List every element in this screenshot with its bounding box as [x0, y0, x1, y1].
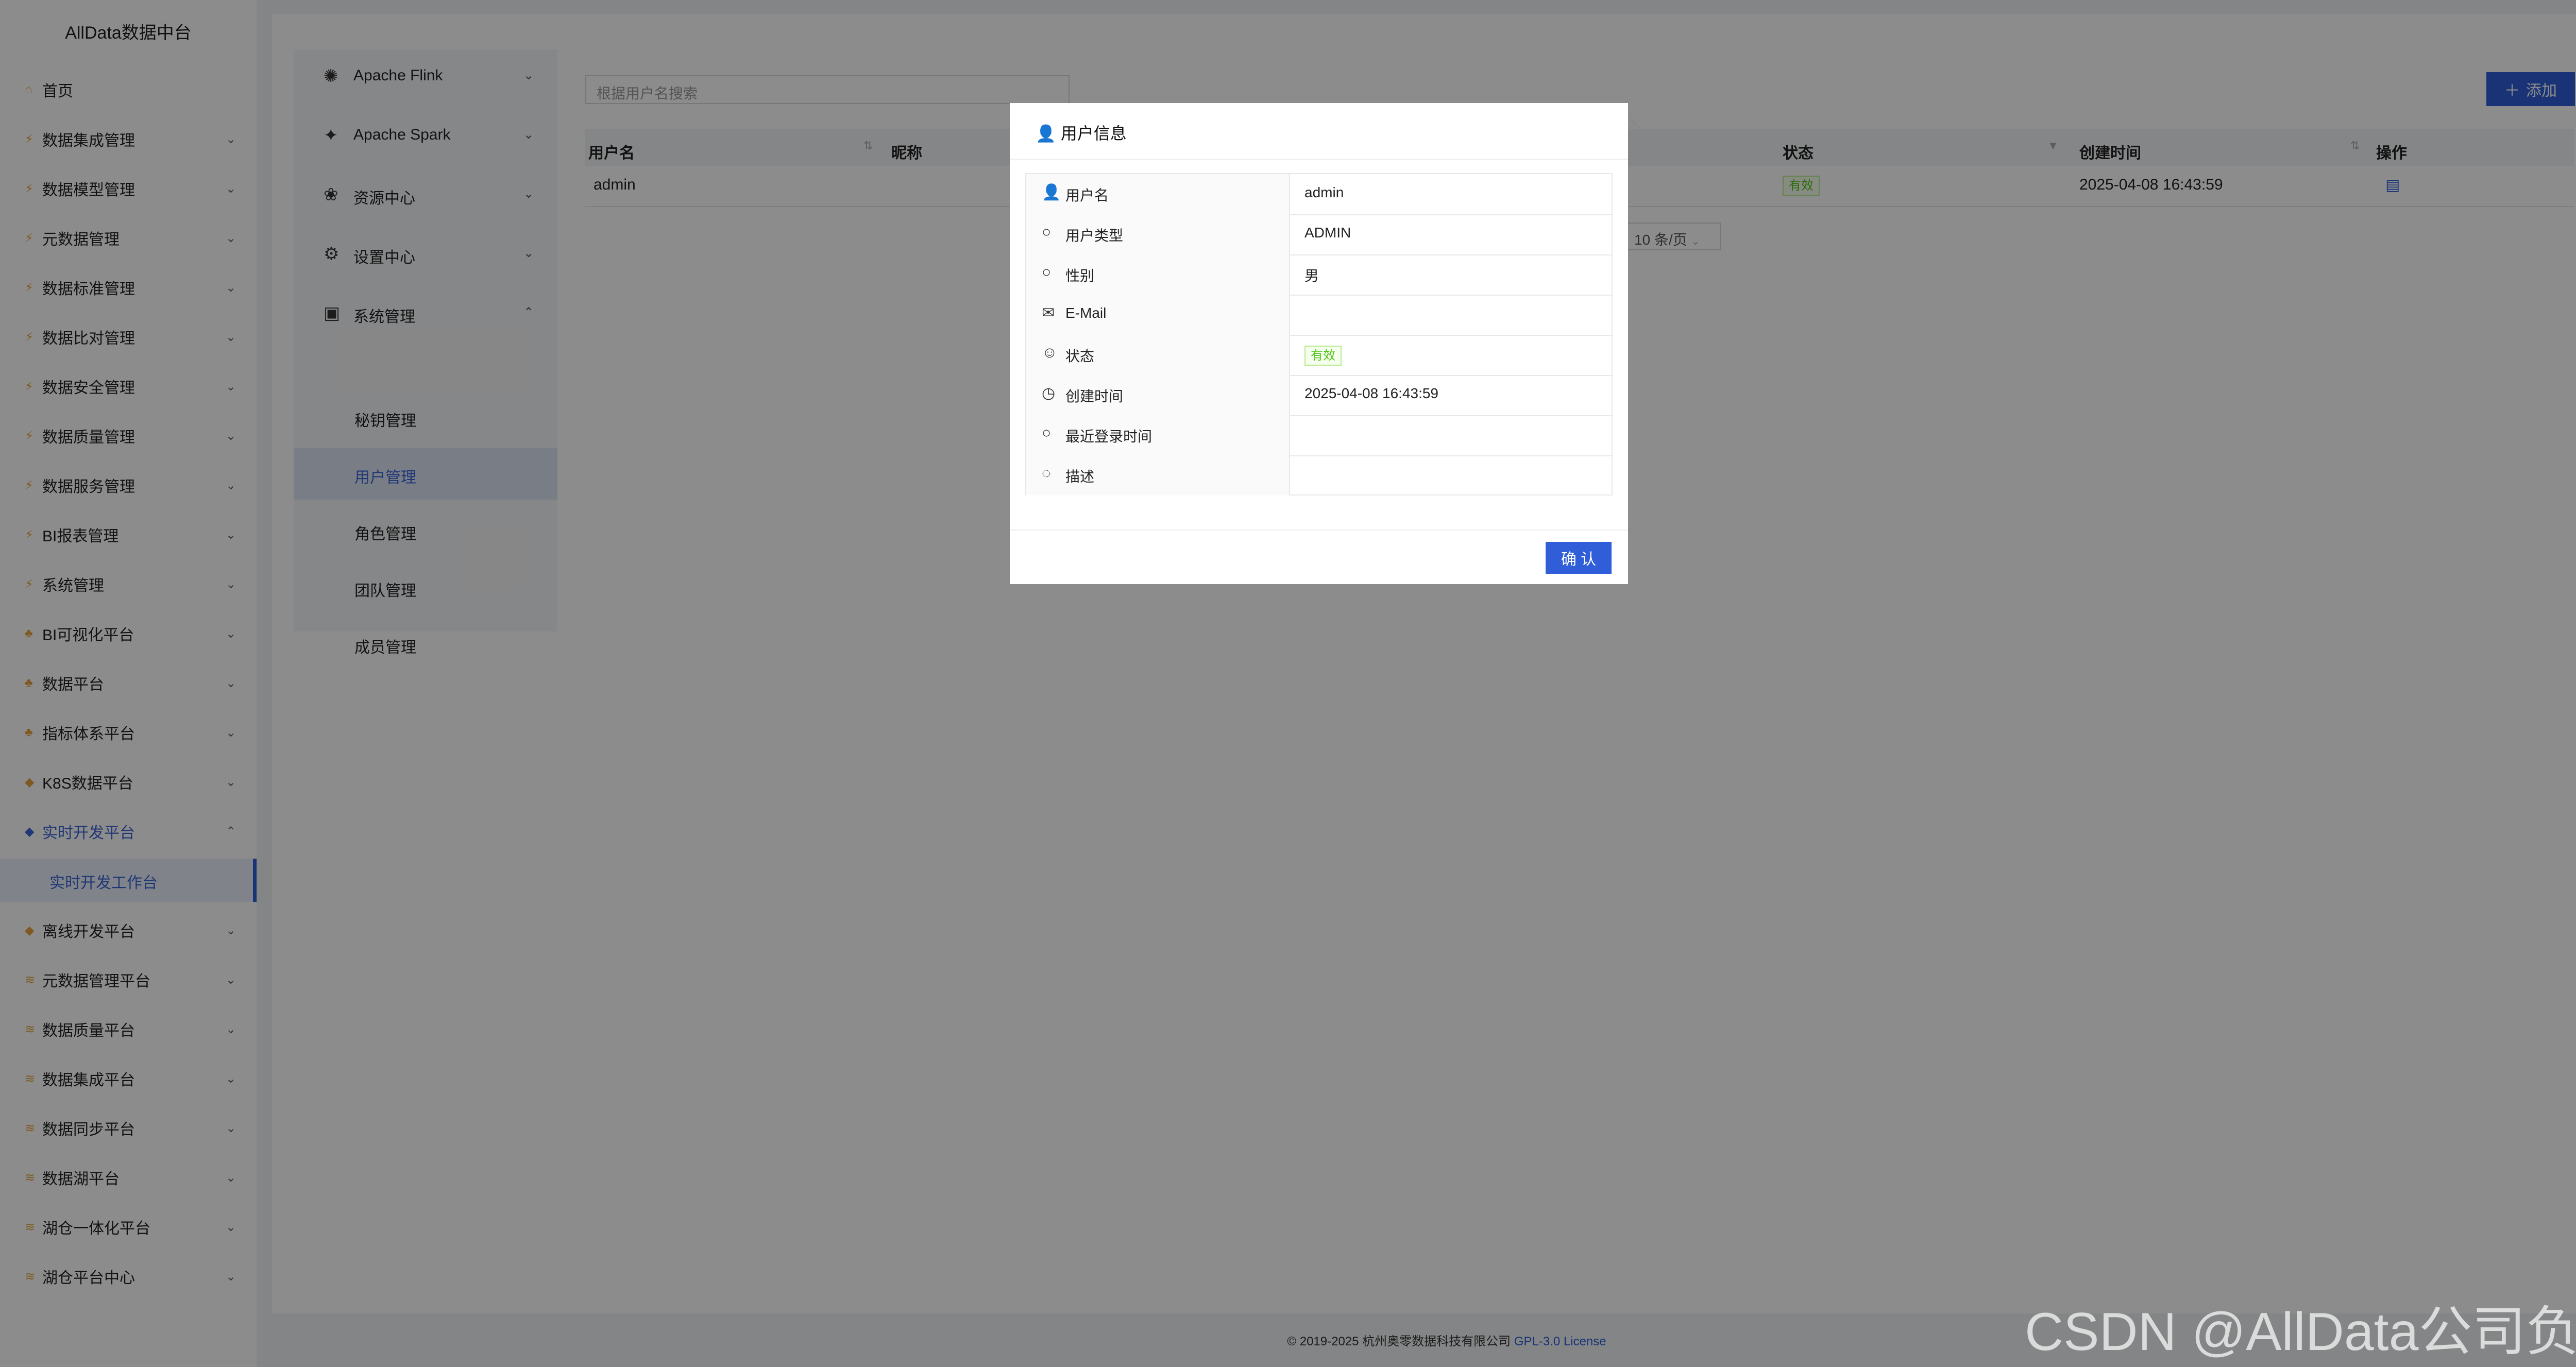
description-value: admin — [1304, 184, 1344, 200]
description-label-cell: ☺ 状态 — [1026, 335, 1290, 375]
circle-icon: ○ — [1042, 264, 1052, 281]
message-icon: ◌ — [1042, 465, 1051, 482]
description-label-cell: 👤 用户名 — [1026, 174, 1290, 214]
status-badge: 有效 — [1304, 346, 1342, 366]
description-label-cell: ○ 最近登录时间 — [1026, 415, 1290, 455]
watermark: CSDN @AllData公司负责人 — [2025, 1302, 2576, 1362]
description-value: 有效 — [1304, 345, 1342, 366]
modal-title: 用户信息 — [1060, 124, 1127, 143]
user-icon: 👤 — [1036, 124, 1056, 143]
circle-icon: ○ — [1042, 424, 1052, 441]
description-label: 性别 — [1065, 268, 1095, 284]
description-label-cell: ◷ 创建时间 — [1026, 375, 1290, 415]
description-label: 用户类型 — [1065, 228, 1124, 244]
description-label: 用户名 — [1065, 187, 1109, 203]
user-descriptions: 👤 用户名 admin ○ 用户类型 ADMIN ○ 性别 男 ✉ E-Mail ☺ 状态 有效 ◷ 创建时间… — [1025, 173, 1613, 495]
description-label-cell: ◌ 描述 — [1026, 455, 1290, 495]
description-label: E-Mail — [1065, 305, 1107, 321]
description-value: 2025-04-08 16:43:59 — [1304, 385, 1438, 401]
clock-icon: ◷ — [1042, 385, 1056, 402]
description-value: ADMIN — [1304, 225, 1351, 241]
description-value: 男 — [1304, 268, 1319, 284]
user-icon: 👤 — [1042, 184, 1061, 201]
description-row: ○ 用户类型 ADMIN — [1026, 214, 1612, 255]
description-label: 创建时间 — [1065, 388, 1124, 404]
description-label: 状态 — [1065, 348, 1095, 364]
description-label-cell: ○ 用户类型 — [1026, 214, 1290, 254]
description-row: ○ 性别 男 — [1026, 254, 1612, 296]
mail-icon: ✉ — [1042, 304, 1055, 321]
description-label-cell: ○ 性别 — [1026, 254, 1290, 295]
description-label: 描述 — [1065, 469, 1095, 485]
close-icon[interactable]: ✕ — [1627, 113, 1642, 135]
description-label-cell: ✉ E-Mail — [1026, 295, 1290, 335]
description-label: 最近登录时间 — [1065, 429, 1153, 445]
divider — [1010, 529, 1628, 531]
description-row: ◌ 描述 — [1026, 455, 1612, 495]
smile-icon: ☺ — [1042, 344, 1058, 361]
user-info-modal: 👤 用户信息 ✕ 👤 用户名 admin ○ 用户类型 ADMIN ○ 性别男 ✉ E-Mail ☺… — [1010, 103, 1642, 584]
description-row: ✉ E-Mail — [1026, 295, 1612, 336]
description-row: 👤 用户名 admin — [1026, 174, 1612, 215]
circle-icon: ○ — [1042, 224, 1052, 241]
description-row: ☺ 状态 有效 — [1026, 335, 1612, 376]
divider — [1010, 159, 1628, 160]
description-row: ○ 最近登录时间 — [1026, 415, 1612, 456]
confirm-button[interactable]: 确 认 — [1546, 542, 1612, 574]
description-row: ◷ 创建时间 2025-04-08 16:43:59 — [1026, 375, 1612, 416]
